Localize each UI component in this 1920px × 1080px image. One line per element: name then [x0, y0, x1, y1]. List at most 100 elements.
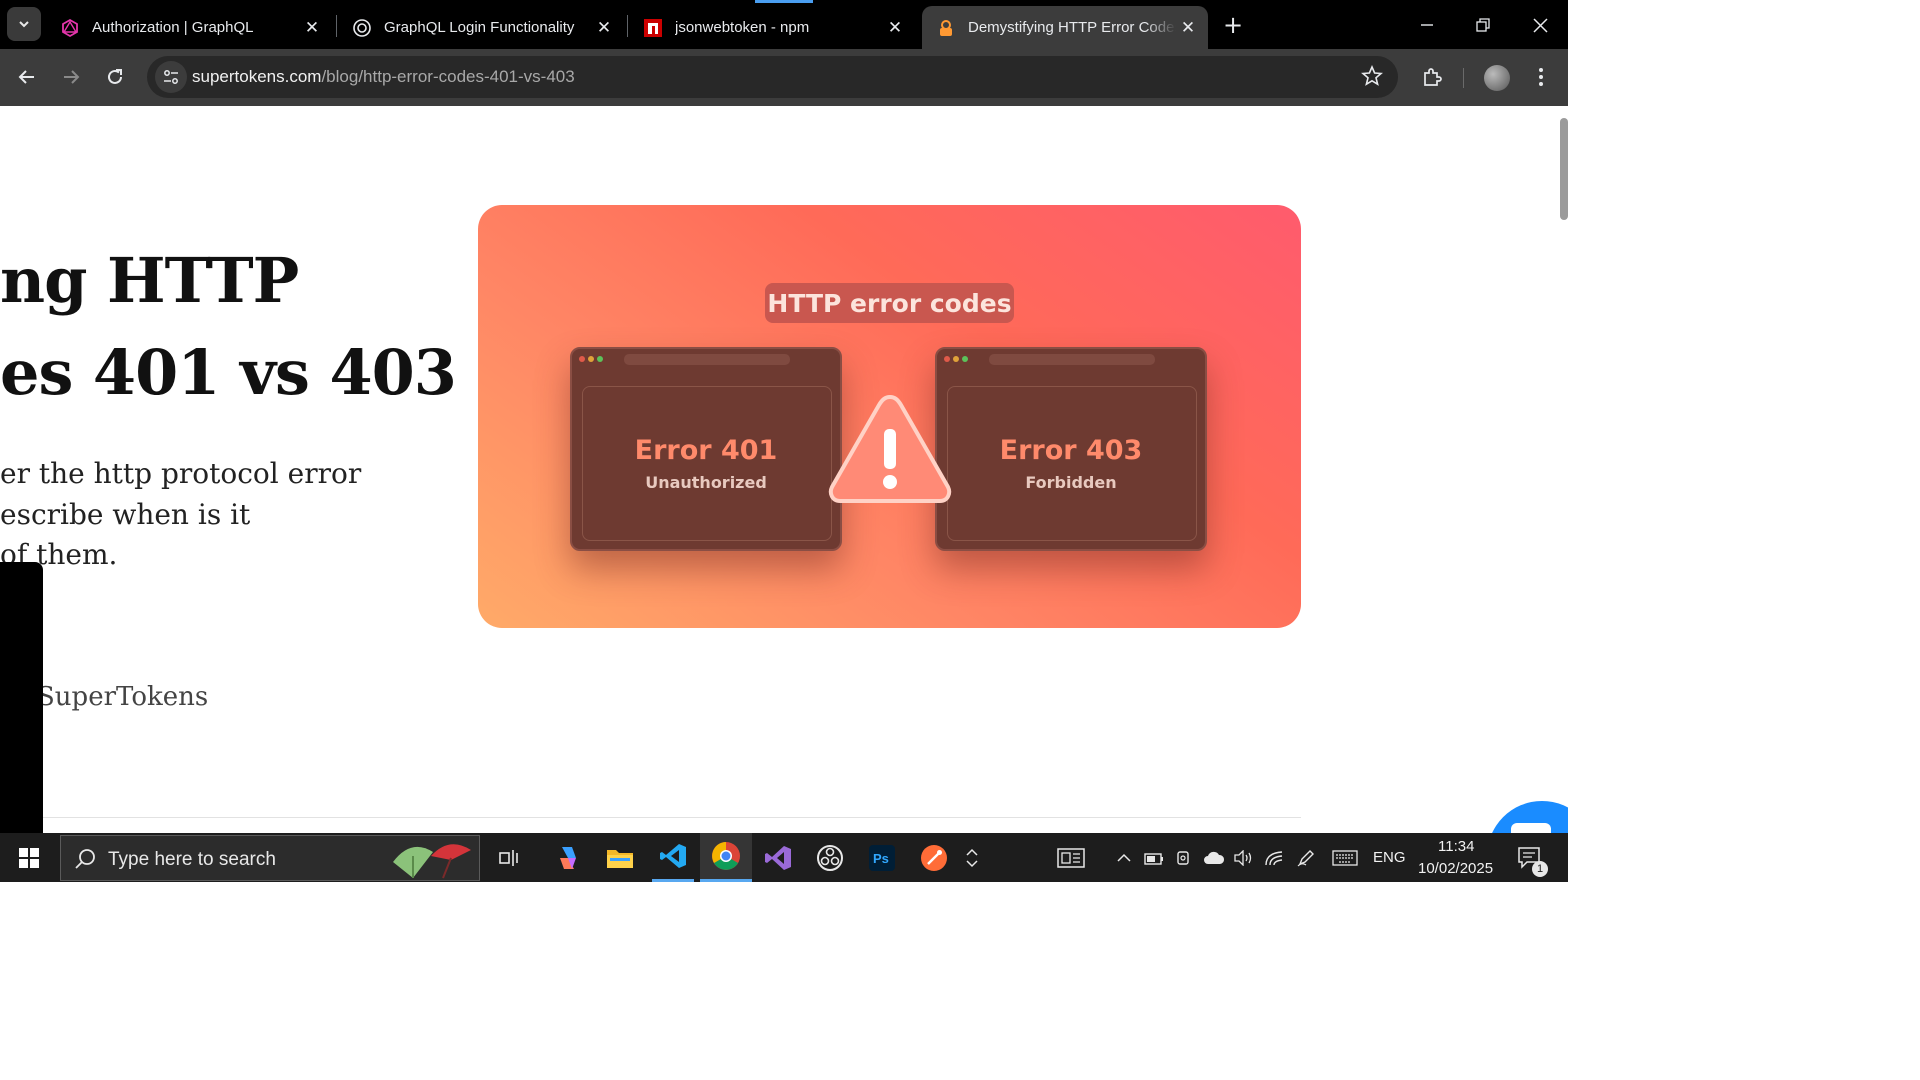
- network-status[interactable]: [1262, 833, 1286, 882]
- bookmark-button[interactable]: [1361, 64, 1383, 91]
- arrow-right-icon: [64, 70, 80, 84]
- folder-icon: [607, 849, 633, 868]
- vscode-app[interactable]: [652, 833, 694, 882]
- photoshop-icon: Ps: [869, 844, 895, 871]
- tab-jsonwebtoken-npm[interactable]: jsonwebtoken - npm ✕: [629, 6, 915, 49]
- minimize-button[interactable]: [1412, 10, 1442, 40]
- error-message-401: Unauthorized: [645, 473, 767, 492]
- pen-menu[interactable]: [1294, 833, 1318, 882]
- back-button[interactable]: [11, 61, 43, 93]
- obs-app[interactable]: [810, 833, 850, 882]
- close-window-button[interactable]: [1525, 10, 1555, 40]
- camera-icon: [1177, 850, 1189, 865]
- article-title-line-1: ng HTTP: [0, 244, 299, 317]
- warning-icon: [828, 394, 952, 503]
- profile-avatar[interactable]: [1484, 65, 1510, 91]
- supertokens-icon: [936, 18, 956, 38]
- battery-status[interactable]: [1143, 833, 1165, 882]
- site-info-button[interactable]: [155, 61, 187, 93]
- extensions-button[interactable]: [1416, 61, 1448, 93]
- npm-icon: [643, 18, 663, 38]
- clock-date[interactable]: 10/02/2025: [1418, 860, 1493, 877]
- plus-icon: +: [1222, 11, 1244, 39]
- chrome-icon: [712, 842, 740, 870]
- close-icon[interactable]: ✕: [300, 16, 324, 40]
- keyboard-icon: [1332, 849, 1358, 866]
- page-content: ng HTTP es 401 vs 403 er the http protoc…: [0, 106, 1568, 833]
- show-hidden-icons[interactable]: [1114, 833, 1134, 882]
- star-icon: [1361, 64, 1383, 86]
- chrome-app[interactable]: [700, 833, 752, 882]
- hero-image: HTTP error codes Error 401 Unauthorized …: [478, 205, 1301, 628]
- chat-icon: [1511, 823, 1551, 833]
- menu-button[interactable]: [1525, 61, 1557, 93]
- reload-icon: [108, 69, 122, 84]
- more-vert-icon: [1539, 68, 1543, 86]
- visual-studio-app[interactable]: [758, 833, 798, 882]
- taskbar-scroll[interactable]: [962, 833, 982, 882]
- tab-demystifying-http[interactable]: Demystifying HTTP Error Codes 401 vs 403…: [922, 6, 1208, 49]
- error-403-window: Error 403 Forbidden: [935, 347, 1207, 551]
- toolbar-divider: [1463, 68, 1464, 88]
- chevron-up-icon: [966, 848, 978, 856]
- restore-button[interactable]: [1468, 10, 1498, 40]
- chevron-down-icon: [966, 859, 978, 867]
- task-view-button[interactable]: [490, 833, 530, 882]
- error-code-403: Error 403: [999, 435, 1143, 466]
- scrollbar-thumb[interactable]: [1560, 118, 1568, 220]
- file-explorer-app[interactable]: [600, 833, 640, 882]
- photoshop-app[interactable]: Ps: [862, 833, 902, 882]
- arrow-left-icon: [18, 70, 34, 84]
- url-host: supertokens.com: [192, 67, 322, 86]
- chat-widget-button[interactable]: [1487, 801, 1568, 833]
- clock-time[interactable]: 11:34: [1438, 838, 1474, 855]
- wifi-icon: [1265, 850, 1283, 865]
- task-view-icon: [499, 849, 518, 866]
- new-tab-button[interactable]: +: [1219, 11, 1247, 39]
- touch-keyboard[interactable]: [1330, 833, 1360, 882]
- postman-app[interactable]: [914, 833, 954, 882]
- meet-now[interactable]: [1174, 833, 1196, 882]
- tab-divider: [336, 15, 337, 37]
- article-author[interactable]: SuperTokens: [37, 682, 208, 712]
- close-icon: [1532, 17, 1548, 33]
- window-dots: [944, 356, 968, 362]
- windows-taskbar: Type here to search Ps ENG 11:34 10/02/2…: [0, 833, 1568, 882]
- windows-logo-icon: [19, 847, 39, 868]
- tab-authorization-graphql[interactable]: Authorization | GraphQL ✕: [46, 6, 332, 49]
- restore-icon: [1476, 18, 1490, 32]
- close-icon[interactable]: ✕: [1176, 16, 1200, 40]
- divider: [43, 817, 1301, 818]
- chevron-down-icon: [19, 21, 29, 28]
- news-widget[interactable]: [1052, 833, 1090, 882]
- reload-button[interactable]: [99, 61, 131, 93]
- article-title-line-2: es 401 vs 403: [0, 336, 457, 409]
- url-text[interactable]: supertokens.com/blog/http-error-codes-40…: [192, 67, 575, 87]
- language-indicator[interactable]: ENG: [1373, 849, 1406, 866]
- tab-title: jsonwebtoken - npm: [675, 19, 810, 36]
- copilot-app[interactable]: [548, 833, 588, 882]
- close-icon[interactable]: ✕: [592, 16, 616, 40]
- notification-badge: 1: [1532, 861, 1548, 877]
- chevron-up-icon: [1117, 853, 1131, 862]
- hero-title-pill: HTTP error codes: [765, 283, 1014, 323]
- forward-button[interactable]: [55, 61, 87, 93]
- tab-search-button[interactable]: [7, 7, 41, 41]
- address-bar[interactable]: supertokens.com/blog/http-error-codes-40…: [147, 56, 1398, 98]
- start-button[interactable]: [8, 833, 50, 882]
- tab-title: Demystifying HTTP Error Codes 401 vs 403: [968, 19, 1176, 36]
- error-401-window: Error 401 Unauthorized: [570, 347, 842, 551]
- volume-control[interactable]: [1231, 833, 1255, 882]
- puzzle-icon: [1424, 68, 1442, 86]
- onedrive-status[interactable]: [1202, 833, 1226, 882]
- notification-center[interactable]: 1: [1512, 833, 1548, 882]
- copilot-icon: [560, 846, 576, 869]
- tab-graphql-login[interactable]: GraphQL Login Functionality ✕: [338, 6, 624, 49]
- svg-text:Ps: Ps: [873, 851, 889, 866]
- taskbar-search[interactable]: Type here to search: [60, 835, 480, 881]
- close-icon[interactable]: ✕: [883, 16, 907, 40]
- news-icon: [1057, 847, 1085, 868]
- window-dots: [579, 356, 603, 362]
- obs-icon: [817, 844, 843, 871]
- window-address-bar: [989, 354, 1155, 365]
